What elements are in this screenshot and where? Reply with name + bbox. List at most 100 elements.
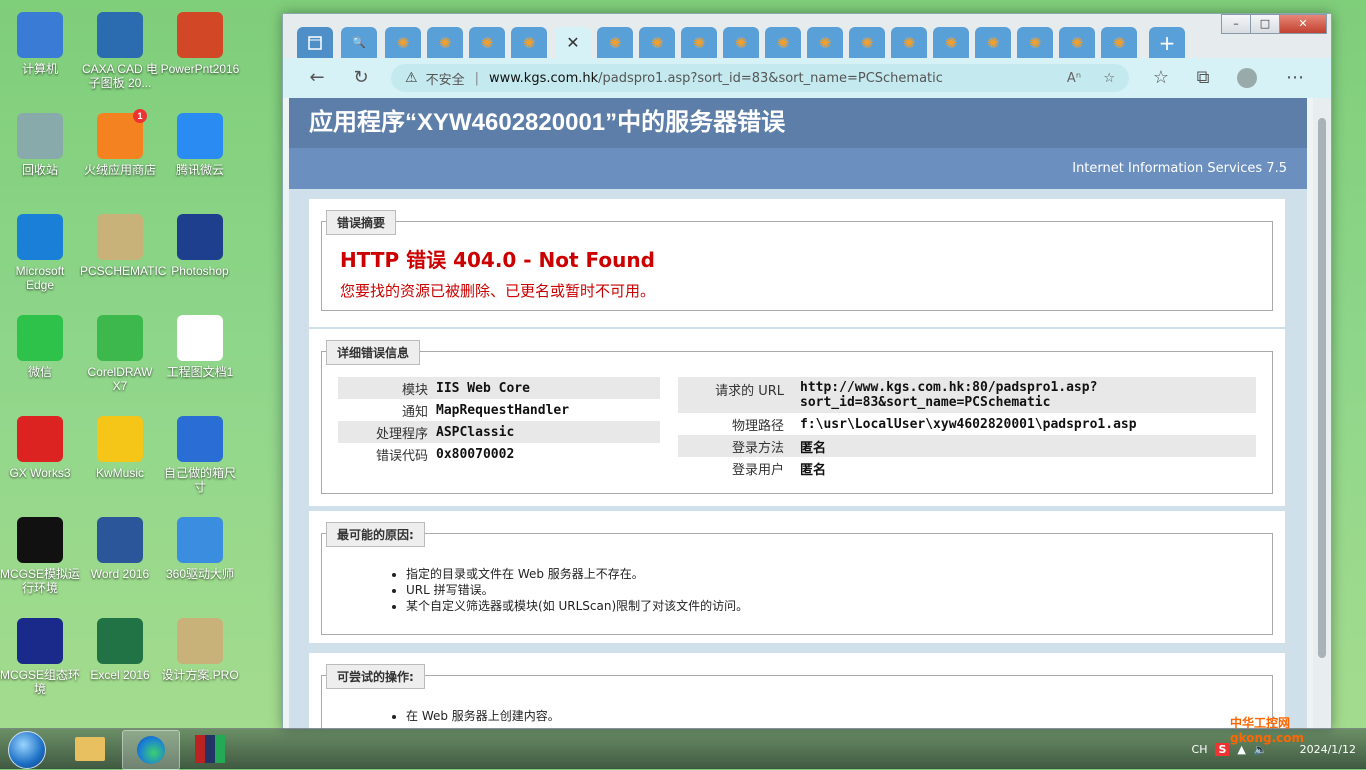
desktop-icon[interactable]: 微信 [0,303,80,403]
detail-box: 详细错误信息 模块 IIS Web Core 通知 MapRequestHandler… [321,340,1273,494]
start-button[interactable] [8,731,46,769]
desktop-icon[interactable]: KwMusic [80,404,160,504]
desktop-icon[interactable]: PCSCHEMATIC [80,202,166,302]
browser-tab[interactable]: ✺ [597,27,633,58]
detail-value: ASPClassic [436,424,515,440]
causes-card: 最可能的原因: 指定的目录或文件在 Web 服务器上不存在。URL 拼写错误。某… [309,511,1285,643]
window-controls: – □ ✕ [1221,14,1327,34]
desktop-icon[interactable]: CorelDRAW X7 [80,303,160,403]
desktop-icon[interactable]: CAXA CAD 电子图板 20... [80,0,160,100]
collections-icon[interactable]: ⧉ [1191,66,1215,90]
profile-avatar[interactable] [1235,66,1259,90]
actions-card: 可尝试的操作: 在 Web 服务器上创建内容。 [309,653,1285,729]
refresh-icon[interactable]: ↻ [349,66,373,90]
desktop-icon[interactable]: 1 火绒应用商店 [80,101,160,201]
browser-tab[interactable]: ✺ [385,27,421,58]
more-menu-icon[interactable]: ⋯ [1283,66,1307,90]
request-url-line2: sort_id=83&sort_name=PCSchematic [800,395,1051,410]
desktop-icon[interactable]: 工程图文档1 [160,303,240,403]
request-url-line1: http://www.kgs.com.hk:80/padspro1.asp? [800,380,1098,395]
browser-tab[interactable]: ✺ [1059,27,1095,58]
url-field[interactable]: ⚠ 不安全 | www.kgs.com.hk /padspro1.asp?sor… [391,64,1129,92]
desktop-icon[interactable]: 腾讯微云 [160,101,240,201]
edge-taskbar-icon[interactable] [122,730,180,770]
server-name: Internet Information Services 7.5 [289,148,1307,189]
list-item: 在 Web 服务器上创建内容。 [406,708,560,724]
tab-actions-icon[interactable] [297,27,333,58]
desktop-icon[interactable]: 设计方案.PRO [160,606,240,706]
app-icon [177,618,223,664]
browser-tab[interactable]: ✺ [807,27,843,58]
app-icon [17,315,63,361]
browser-tab[interactable]: ✺ [469,27,505,58]
detail-key: 登录方法 [731,440,784,456]
browser-tab[interactable]: ✺ [723,27,759,58]
desktop-icon[interactable]: 360驱动大师 [160,505,240,605]
new-tab-button[interactable]: + [1149,27,1185,58]
desktop-icon[interactable]: 计算机 [0,0,80,100]
desktop-icon[interactable]: 回收站 [0,101,80,201]
browser-tab[interactable]: ✺ [849,27,885,58]
read-aloud-icon[interactable]: Aⁿ [1067,71,1081,86]
browser-tab[interactable]: ✺ [427,27,463,58]
app-icon [177,315,223,361]
detail-value: 0x80070002 [436,446,515,462]
back-icon[interactable]: ← [305,66,329,90]
browser-tab[interactable]: ✺ [765,27,801,58]
request-url-value: http://www.kgs.com.hk:80/padspro1.asp? s… [792,377,1097,410]
browser-tab[interactable]: ✺ [933,27,969,58]
maximize-button[interactable]: □ [1250,14,1280,34]
favorite-add-icon[interactable]: ☆ [1103,71,1115,86]
browser-tab[interactable]: ✺ [639,27,675,58]
app-icon [97,12,143,58]
detail-value: f:\usr\LocalUser\xyw4602820001\padspro1.… [800,416,1137,432]
app-icon [177,113,223,159]
url-host[interactable]: www.kgs.com.hk [489,71,598,86]
site-favicon-icon: ✺ [438,33,452,52]
desktop-icon[interactable]: 自己做的箱尺寸 [160,404,240,504]
search-icon: 🔍 [352,36,366,49]
desktop-icon[interactable]: GX Works3 [0,404,80,504]
browser-tab[interactable]: ✺ [681,27,717,58]
close-tab-icon: ✕ [566,33,580,52]
error-summary-box: 错误摘要 HTTP 错误 404.0 - Not Found 您要找的资源已被删… [321,210,1273,311]
detail-value: 匿名 [800,440,827,456]
error-title: HTTP 错误 404.0 - Not Found [340,248,655,272]
browser-tab[interactable]: ✺ [1101,27,1137,58]
browser-tab[interactable]: ✺ [511,27,547,58]
desktop-icon-label: MCGSE模拟运行环境 [0,567,81,595]
warning-icon[interactable]: ⚠ [405,70,418,86]
browser-tab[interactable]: ✺ [891,27,927,58]
desktop-icon[interactable]: Word 2016 [80,505,160,605]
desktop-icon-label: 回收站 [21,163,58,177]
app-icon [97,214,143,260]
site-favicon-icon: ✺ [692,33,706,52]
sogou-icon[interactable]: S [1215,742,1230,756]
desktop-icon-label: 设计方案.PRO [161,668,239,682]
request-url-label: 请求的 URL [715,384,784,399]
desktop-icon[interactable]: Microsoft Edge [0,202,80,302]
detail-row: 模块 IIS Web Core [338,377,660,399]
browser-tab[interactable]: ✺ [975,27,1011,58]
desktop-icon[interactable]: MCGSE组态环境 [0,606,80,706]
browser-tab[interactable]: 🔍 [341,27,377,58]
minimize-button[interactable]: – [1221,14,1251,34]
favorites-icon[interactable]: ☆ [1149,66,1173,90]
desktop-icon[interactable]: Photoshop [160,202,240,302]
browser-tab[interactable]: ✕ [555,27,591,58]
language-indicator[interactable]: CH [1192,743,1208,756]
security-label[interactable]: 不安全 [426,69,465,88]
desktop-icon[interactable]: Excel 2016 [80,606,160,706]
desktop-icon-label: 腾讯微云 [175,163,224,177]
browser-window: 🔍 ✺ ✺ ✺ ✺ ✕ ✺ ✺ ✺ ✺ ✺ ✺ ✺ ✺ ✺ ✺ ✺ ✺ ✺ + – □ ✕ ← ↻ ⚠ 不安全 | … [282,13,1332,730]
page-scrollbar[interactable] [1313,98,1331,729]
scroll-thumb[interactable] [1318,118,1326,658]
desktop-icon[interactable]: MCGSE模拟运行环境 [0,505,80,605]
winrar-taskbar-icon[interactable] [182,730,238,768]
browser-tab[interactable]: ✺ [1017,27,1053,58]
file-explorer-taskbar-icon[interactable] [62,730,118,768]
desktop-icon[interactable]: PowerPnt2016 [160,0,240,100]
app-icon [177,214,223,260]
close-window-button[interactable]: ✕ [1279,14,1327,34]
url-path[interactable]: /padspro1.asp?sort_id=83&sort_name=PCSch… [598,71,943,86]
